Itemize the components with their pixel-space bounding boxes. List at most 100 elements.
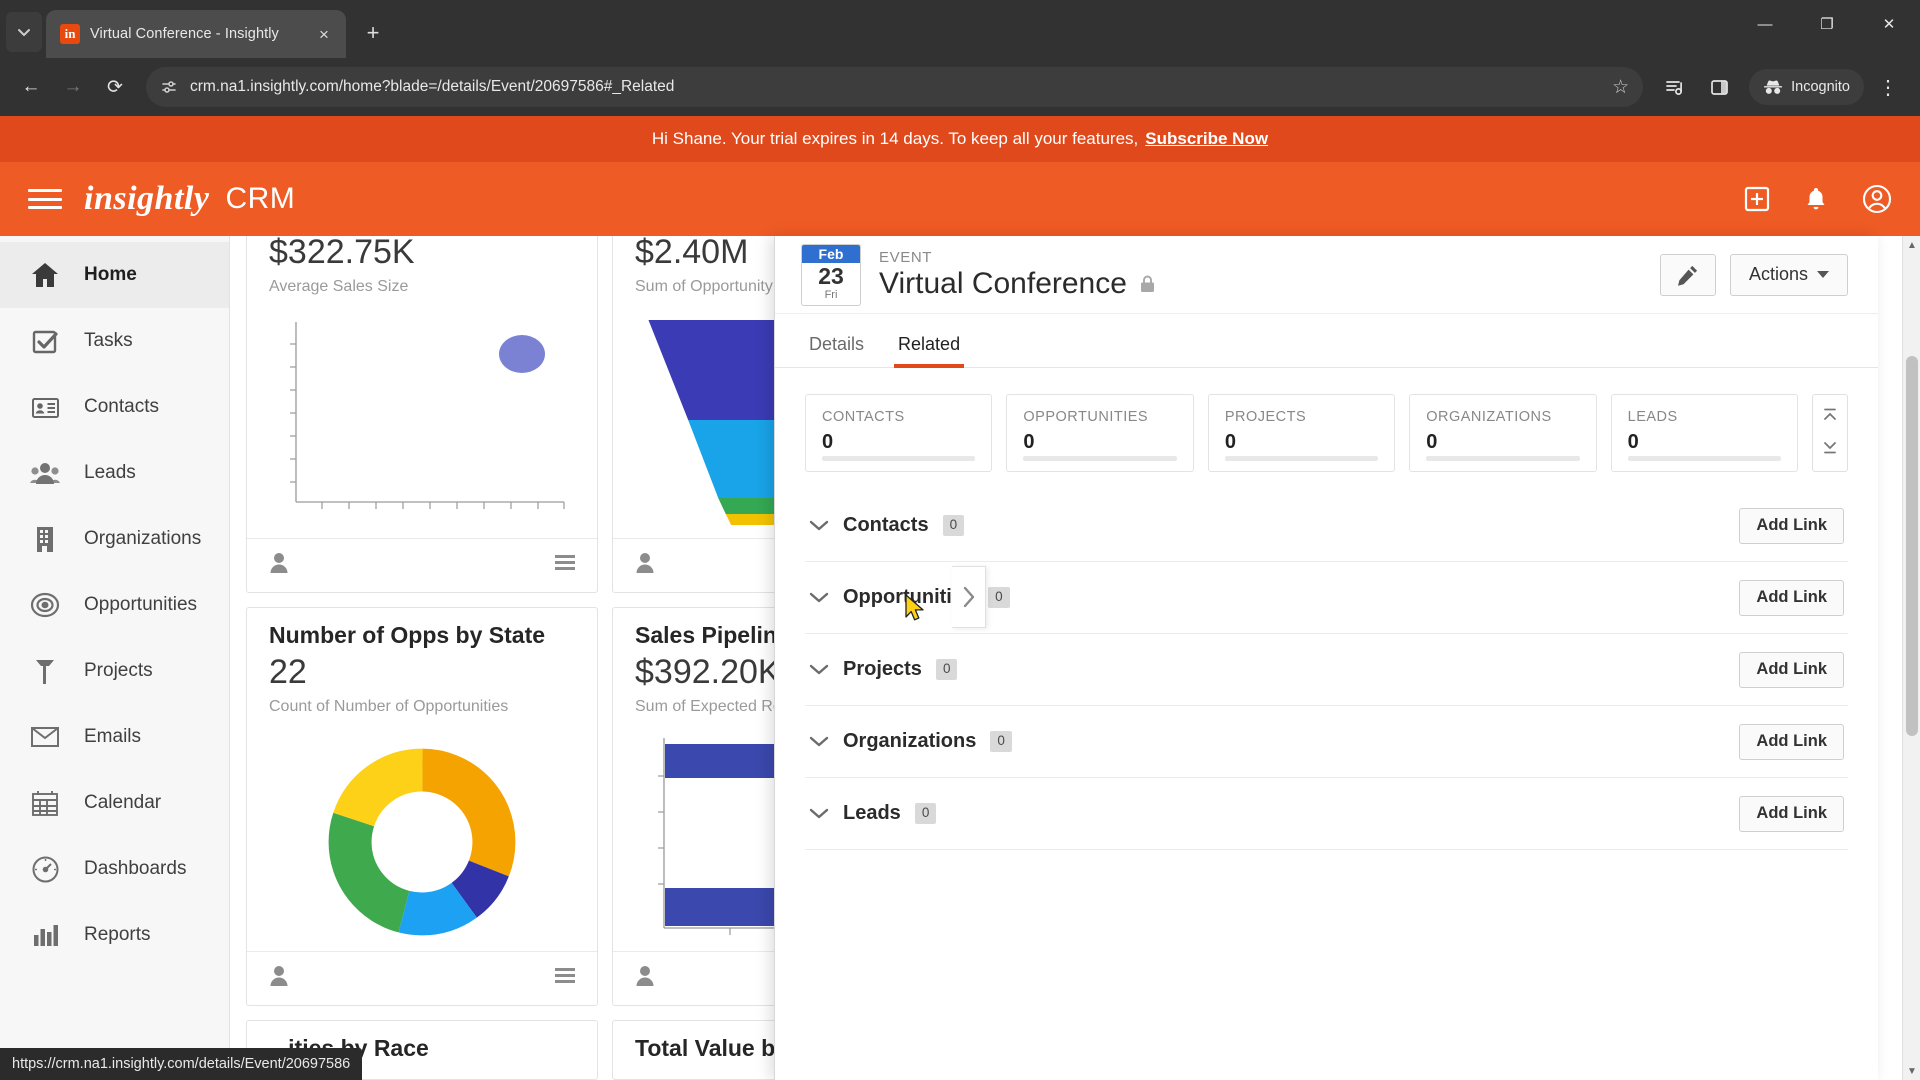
card-owner-icon[interactable]: [269, 965, 289, 992]
expand-all-icon[interactable]: [1820, 439, 1840, 460]
dashboard-column: $322.75K Average Sales Size Number of Op…: [246, 236, 598, 1080]
new-tab-button[interactable]: +: [356, 16, 390, 50]
stat-label: ORGANIZATIONS: [1426, 409, 1552, 425]
card-subtitle: Average Sales Size: [269, 278, 409, 295]
dashboard-card-opps-by-state[interactable]: Number of Opps by State 22 Count of Numb…: [246, 607, 598, 1006]
stat-card-organizations[interactable]: ORGANIZATIONS 0: [1409, 394, 1597, 472]
dashboards-icon: [28, 852, 62, 886]
stat-card-opportunities[interactable]: OPPORTUNITIES 0: [1006, 394, 1194, 472]
side-panel-icon[interactable]: [1699, 67, 1739, 107]
page-scrollbar[interactable]: ▲ ▼: [1902, 236, 1920, 1080]
lock-icon: [1139, 274, 1156, 294]
add-link-button[interactable]: Add Link: [1739, 795, 1844, 832]
page-title: Virtual Conference: [879, 267, 1660, 301]
sidebar-item-organizations[interactable]: Organizations: [0, 506, 229, 572]
blade-collapse-handle[interactable]: [952, 566, 986, 628]
section-toggle[interactable]: Opportunities 0: [809, 586, 1739, 609]
sidebar-label: Projects: [84, 660, 153, 681]
menu-toggle-icon[interactable]: [28, 185, 62, 213]
collapse-all-icon[interactable]: [1820, 407, 1840, 428]
stat-label: OPPORTUNITIES: [1023, 409, 1149, 425]
sidebar-item-contacts[interactable]: Contacts: [0, 374, 229, 440]
section-toggle[interactable]: Organizations 0: [809, 730, 1739, 753]
sidebar-item-reports[interactable]: Reports: [0, 902, 229, 968]
tab-related[interactable]: Related: [894, 334, 965, 368]
stat-progress-bar: [1627, 456, 1782, 461]
sidebar-label: Home: [84, 264, 137, 285]
collapse-expand-control[interactable]: [1812, 394, 1849, 472]
chrome-menu-icon[interactable]: ⋮: [1868, 67, 1908, 107]
sidebar-item-home[interactable]: Home: [0, 242, 229, 308]
sidebar-label: Emails: [84, 726, 142, 747]
section-title: Leads: [843, 802, 901, 824]
close-window-button[interactable]: ✕: [1858, 0, 1920, 48]
sidebar-item-leads[interactable]: Leads: [0, 440, 229, 506]
section-count-badge: 0: [990, 731, 1012, 752]
add-link-button[interactable]: Add Link: [1739, 651, 1844, 688]
card-list-icon[interactable]: [555, 555, 575, 576]
record-type-label: EVENT: [879, 248, 933, 266]
section-leads: Leads 0 Add Link: [805, 778, 1848, 850]
stat-card-projects[interactable]: PROJECTS 0: [1207, 394, 1396, 472]
sidebar-item-dashboards[interactable]: Dashboards: [0, 836, 229, 902]
sidebar-item-tasks[interactable]: Tasks: [0, 308, 229, 374]
date-month: Feb: [802, 244, 860, 263]
record-title-text: Virtual Conference: [879, 266, 1127, 300]
reading-list-icon[interactable]: [1655, 67, 1695, 107]
site-settings-icon[interactable]: [160, 78, 178, 96]
close-tab-icon[interactable]: ×: [312, 22, 336, 46]
sidebar-label: Contacts: [84, 396, 159, 417]
incognito-indicator[interactable]: Incognito: [1749, 69, 1864, 105]
forward-button[interactable]: →: [54, 68, 92, 106]
card-owner-icon[interactable]: [635, 965, 655, 992]
subscribe-now-link[interactable]: Subscribe Now: [1145, 129, 1268, 149]
back-button[interactable]: ←: [12, 68, 50, 106]
section-toggle[interactable]: Contacts 0: [809, 514, 1739, 537]
sidebar-item-emails[interactable]: Emails: [0, 704, 229, 770]
actions-button[interactable]: Actions: [1729, 253, 1848, 296]
card-owner-icon[interactable]: [269, 552, 289, 579]
chevron-down-icon: [1817, 271, 1829, 278]
add-link-button[interactable]: Add Link: [1739, 579, 1844, 616]
stat-progress-bar: [822, 456, 976, 461]
section-toggle[interactable]: Projects 0: [809, 658, 1739, 681]
edit-button[interactable]: [1659, 253, 1716, 296]
sidebar-item-calendar[interactable]: Calendar: [0, 770, 229, 836]
sidebar-item-opportunities[interactable]: Opportunities: [0, 572, 229, 638]
scroll-up-arrow[interactable]: ▲: [1903, 236, 1920, 254]
scrollbar-thumb[interactable]: [1906, 356, 1918, 736]
date-weekday: Fri: [824, 288, 838, 301]
page-viewport: Hi Shane. Your trial expires in 14 days.…: [0, 116, 1920, 1080]
address-bar[interactable]: crm.na1.insightly.com/home?blade=/detail…: [146, 67, 1644, 107]
add-link-button[interactable]: Add Link: [1739, 723, 1844, 760]
sidebar-item-projects[interactable]: Projects: [0, 638, 229, 704]
dashboard-card-average-sales-size[interactable]: $322.75K Average Sales Size: [246, 236, 598, 593]
bookmark-star-icon[interactable]: ☆: [1612, 76, 1629, 99]
maximize-button[interactable]: ❐: [1796, 0, 1858, 48]
card-list-icon[interactable]: [555, 968, 575, 989]
minimize-button[interactable]: —: [1734, 0, 1796, 48]
tab-search-button[interactable]: [6, 12, 42, 52]
tab-details[interactable]: Details: [809, 334, 864, 367]
stat-card-contacts[interactable]: CONTACTS 0: [805, 394, 993, 472]
stat-card-leads[interactable]: LEADS 0: [1610, 394, 1799, 472]
section-contacts: Contacts 0 Add Link: [805, 490, 1848, 562]
stat-value: 0: [1224, 431, 1236, 453]
card-subtitle: Count of Number of Opportunities: [269, 698, 509, 715]
bell-icon[interactable]: [1804, 186, 1828, 212]
reload-button[interactable]: ⟳: [96, 68, 134, 106]
stat-value: 0: [822, 431, 834, 453]
chevron-down-icon: [809, 591, 829, 604]
scatter-chart: [247, 306, 597, 538]
add-icon[interactable]: [1744, 186, 1770, 212]
account-icon[interactable]: [1862, 184, 1892, 214]
browser-tab[interactable]: in Virtual Conference - Insightly ×: [46, 10, 346, 58]
section-toggle[interactable]: Leads 0: [809, 802, 1739, 825]
insightly-logo[interactable]: insightly: [84, 180, 209, 218]
card-owner-icon[interactable]: [635, 552, 655, 579]
add-link-button[interactable]: Add Link: [1739, 507, 1844, 544]
card-footer: [247, 538, 597, 592]
url-text: crm.na1.insightly.com/home?blade=/detail…: [190, 78, 675, 95]
section-organizations: Organizations 0 Add Link: [805, 706, 1848, 778]
scroll-down-arrow[interactable]: ▼: [1903, 1062, 1920, 1080]
